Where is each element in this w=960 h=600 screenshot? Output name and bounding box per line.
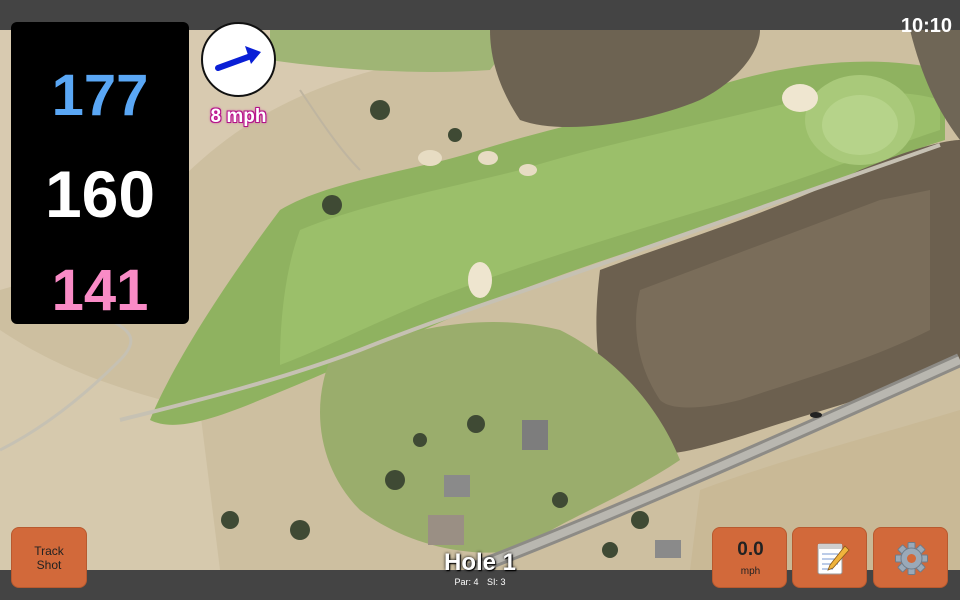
middle-of-green-distance: 160 (44, 157, 156, 231)
track-shot-label-line1: Track (34, 543, 64, 558)
speed-value: 0.0 (737, 539, 764, 560)
distance-panel: 177 160 141 (11, 22, 189, 324)
track-shot-button[interactable]: Track Shot (11, 527, 87, 588)
speed-unit: mph (740, 566, 761, 577)
hole-title: Hole 1 (443, 549, 517, 576)
hole-meta: Par: 4 SI: 3 (380, 577, 580, 587)
speed-button[interactable]: 0.0 mph (712, 527, 787, 588)
notes-button[interactable] (792, 527, 867, 588)
front-of-green-distance: 141 (51, 258, 149, 323)
notepad-icon (817, 543, 850, 575)
status-clock: 10:10 (900, 15, 952, 37)
hole-par: Par: 4 (454, 577, 479, 587)
wind-arrow-icon (215, 46, 261, 71)
track-shot-label-line2: Shot (36, 557, 62, 572)
gear-icon (895, 542, 928, 575)
settings-button[interactable] (873, 527, 948, 588)
wind-speed-label: 8 mph (210, 106, 267, 127)
wind-indicator (201, 22, 276, 97)
back-of-green-distance: 177 (51, 63, 149, 128)
hole-stroke-index: SI: 3 (487, 577, 506, 587)
